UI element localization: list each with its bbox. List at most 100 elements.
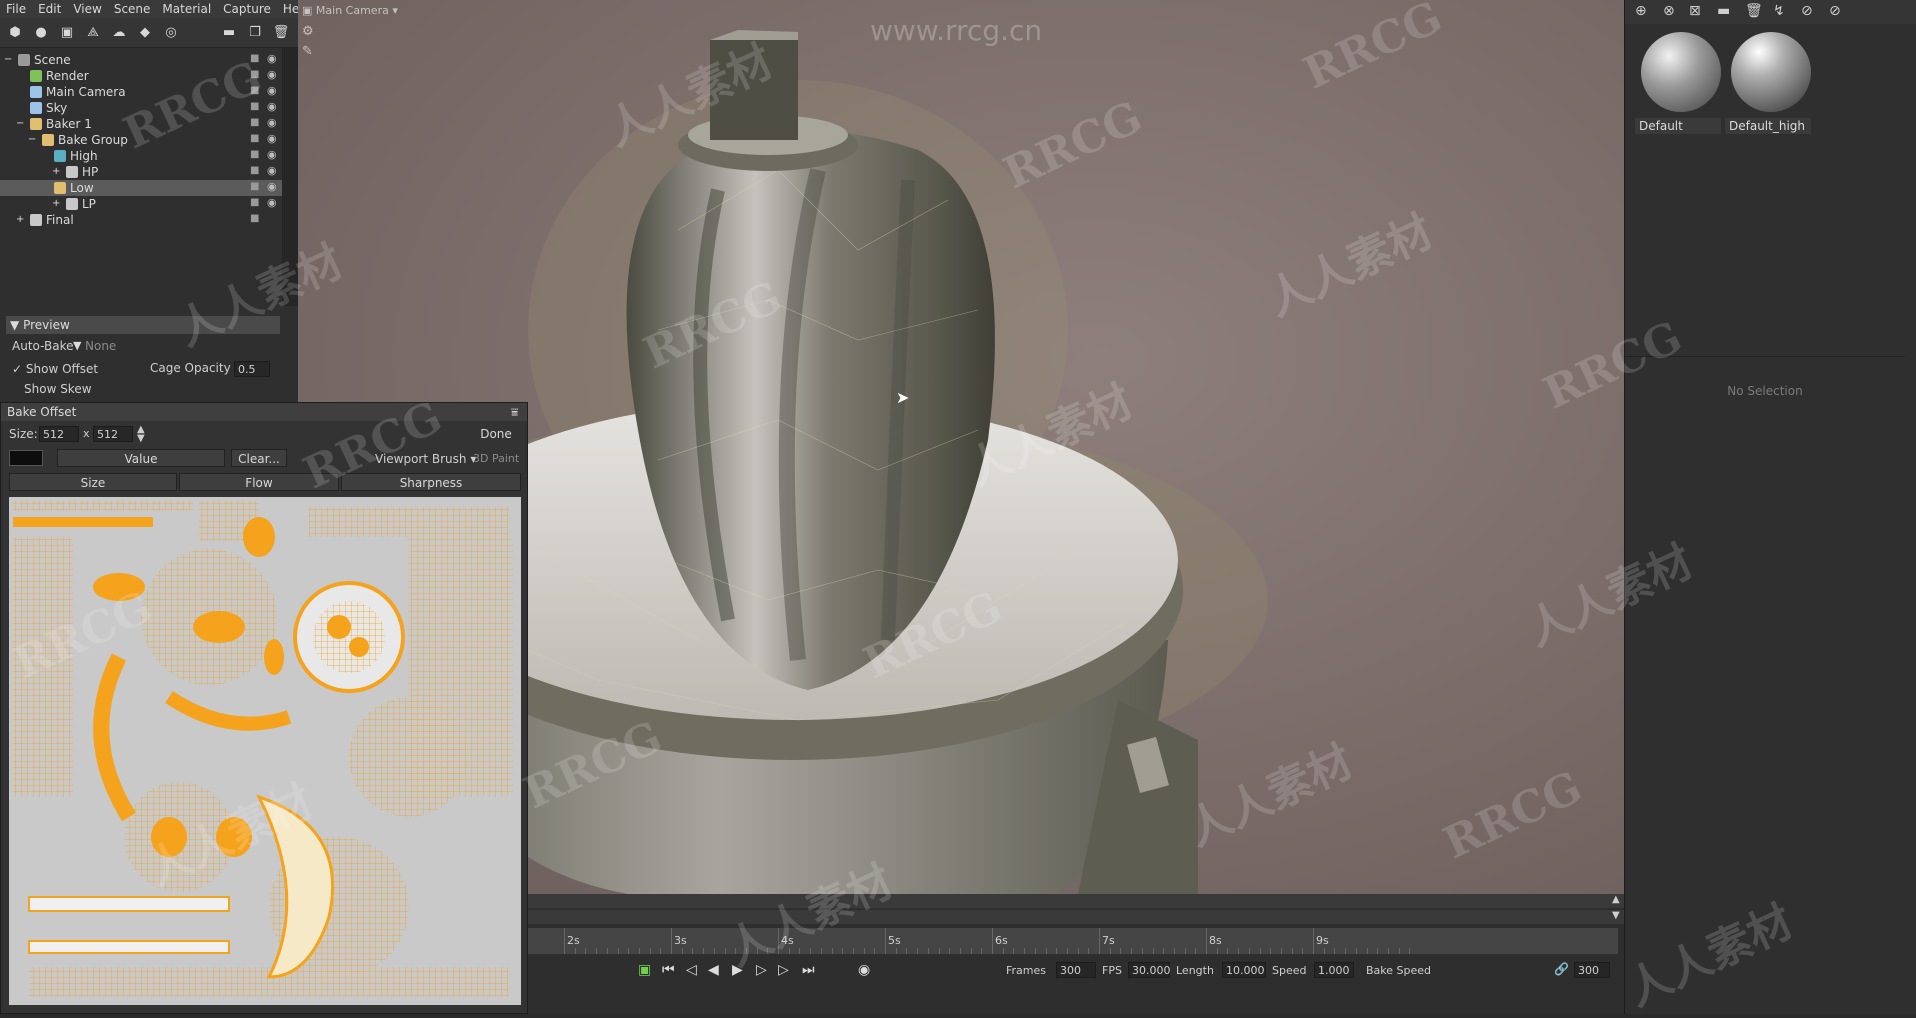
brush-size-slider[interactable]: Size — [9, 473, 177, 491]
lock-icon[interactable]: ■ — [250, 70, 260, 80]
menu-capture[interactable]: Capture — [217, 0, 277, 18]
3d-paint-label[interactable]: 3D Paint — [473, 452, 519, 465]
speed-field[interactable]: 1.000 — [1314, 962, 1354, 978]
cage-opacity-field[interactable]: 0.5 — [234, 361, 270, 377]
menu-material[interactable]: Material — [156, 0, 217, 18]
length-field[interactable]: 10.000 — [1222, 962, 1266, 978]
visibility-eye-icon[interactable]: ◉ — [267, 53, 279, 65]
add-sky-icon[interactable]: ☁ — [110, 24, 128, 42]
lock-icon[interactable]: ■ — [250, 214, 260, 224]
play-reverse-icon[interactable]: ◀ — [708, 962, 719, 978]
scene-tree-item[interactable]: + HP ■ ◉ — [0, 164, 282, 180]
material-default-high-label[interactable]: Default_high — [1725, 118, 1811, 134]
color-swatch[interactable] — [9, 450, 43, 466]
export-icon[interactable]: ⊘ — [1829, 3, 1841, 19]
material-default-swatch[interactable] — [1641, 32, 1721, 112]
lock-icon[interactable]: ■ — [250, 86, 260, 96]
visibility-eye-icon[interactable]: ◉ — [267, 117, 279, 129]
timeline-collapse-icon[interactable]: ▲ — [1612, 894, 1620, 905]
visibility-eye-icon[interactable]: ◉ — [267, 101, 279, 113]
tree-expander-icon[interactable]: − — [16, 116, 24, 132]
add-material-icon[interactable]: ⊕ — [1635, 3, 1647, 19]
visibility-eye-icon[interactable]: ◉ — [267, 197, 279, 209]
auto-bake-value[interactable]: None — [85, 339, 116, 353]
visibility-eye-icon[interactable]: ◉ — [267, 149, 279, 161]
scene-tree-item[interactable]: − Bake Group ■ ◉ — [0, 132, 282, 148]
menu-scene[interactable]: Scene — [108, 0, 157, 18]
size-stepper-icon[interactable]: ▲ ▼ — [137, 425, 145, 444]
step-forward-icon[interactable]: ▷ — [756, 962, 767, 978]
assign-icon[interactable]: ↯ — [1773, 3, 1785, 19]
lock-icon[interactable]: ■ — [250, 166, 260, 176]
size-width-field[interactable]: 512 — [39, 426, 79, 442]
size-height-field[interactable]: 512 — [93, 426, 133, 442]
folder-icon[interactable]: ▬ — [220, 24, 238, 42]
add-mesh-icon[interactable]: ◆ — [136, 24, 154, 42]
visibility-eye-icon[interactable]: ◉ — [267, 133, 279, 145]
brush-tool-icon[interactable]: ✎ — [302, 44, 313, 59]
tree-expander-icon[interactable]: − — [28, 132, 36, 148]
menu-file[interactable]: File — [0, 0, 32, 18]
lock-icon[interactable]: ■ — [250, 134, 260, 144]
tree-expander-icon[interactable]: + — [52, 164, 60, 180]
loop-icon[interactable]: ▣ — [638, 962, 651, 978]
lock-icon[interactable]: ■ — [250, 150, 260, 160]
visibility-eye-icon[interactable]: ◉ — [267, 165, 279, 177]
lock-icon[interactable]: ■ — [250, 182, 260, 192]
settings-gear-icon[interactable]: ⚙ — [302, 24, 314, 39]
tree-expander-icon[interactable]: + — [52, 196, 60, 212]
link-icon[interactable]: 🔗 — [1554, 962, 1569, 976]
record-icon[interactable]: ◉ — [858, 962, 870, 978]
visibility-eye-icon[interactable]: ◉ — [267, 85, 279, 97]
frames-field[interactable]: 300 — [1056, 962, 1096, 978]
duplicate-icon[interactable]: ❐ — [246, 24, 264, 42]
visibility-eye-icon[interactable]: ◉ — [267, 69, 279, 81]
step-back-icon[interactable]: ◁ — [686, 962, 697, 978]
skip-start-icon[interactable]: ⏮ — [662, 962, 675, 978]
done-button[interactable]: Done — [471, 425, 521, 443]
window-menu-icon[interactable]: ⩸ — [511, 403, 518, 421]
brush-flow-slider[interactable]: Flow — [179, 473, 339, 491]
folder-icon[interactable]: ▬ — [1717, 3, 1730, 19]
timeline-expand-icon[interactable]: ▼ — [1612, 910, 1620, 921]
menu-view[interactable]: View — [67, 0, 107, 18]
lock-icon[interactable]: ■ — [250, 198, 260, 208]
compass-icon[interactable]: ⊘ — [1801, 3, 1813, 19]
scene-tree-item[interactable]: High ■ ◉ — [0, 148, 282, 164]
scene-tree-item[interactable]: Low ■ ◉ — [0, 180, 282, 196]
preview-header[interactable]: ▼ Preview — [6, 316, 280, 334]
scene-tree-item[interactable]: Main Camera ■ ◉ — [0, 84, 282, 100]
end-frame-field[interactable]: 300 — [1574, 962, 1610, 978]
timeline-track-2[interactable] — [528, 910, 1624, 924]
scene-scrollbar[interactable] — [282, 48, 298, 306]
auto-bake-dropdown-icon[interactable]: ▼ — [73, 339, 81, 352]
duplicate-material-icon[interactable]: ⊗ — [1663, 3, 1675, 19]
bake-offset-titlebar[interactable]: Bake Offset ⩸ — [1, 403, 527, 421]
lock-icon[interactable]: ■ — [250, 54, 260, 64]
add-light-icon[interactable]: ● — [32, 24, 50, 42]
uv-map-canvas[interactable] — [9, 497, 521, 1005]
viewport-brush-dropdown[interactable]: Viewport Brush ▾ — [375, 452, 476, 466]
scene-tree-item[interactable]: Sky ■ ◉ — [0, 100, 282, 116]
scene-tree-item[interactable]: − Scene ■ ◉ — [0, 52, 282, 68]
delete-icon[interactable]: 🗑 — [272, 24, 290, 42]
fps-field[interactable]: 30.000 — [1128, 962, 1171, 978]
material-default-high-swatch[interactable] — [1731, 32, 1811, 112]
menu-edit[interactable]: Edit — [32, 0, 67, 18]
scene-tree-item[interactable]: Render ■ ◉ — [0, 68, 282, 84]
timeline-track-1[interactable] — [528, 894, 1624, 908]
clear-button[interactable]: Clear... — [231, 449, 287, 467]
add-sphere-icon[interactable]: ◎ — [162, 24, 180, 42]
lock-icon[interactable]: ■ — [250, 118, 260, 128]
visibility-eye-icon[interactable]: ◉ — [267, 181, 279, 193]
tree-expander-icon[interactable]: + — [16, 212, 24, 228]
skip-end-icon[interactable]: ⏭ — [802, 962, 815, 978]
next-frame-icon[interactable]: ▷ — [778, 962, 789, 978]
trash-icon[interactable]: 🗑 — [1745, 3, 1763, 19]
show-skew-checkbox[interactable]: Show Skew — [12, 382, 92, 396]
add-object-icon[interactable]: ⬢ — [6, 24, 24, 42]
checker-icon[interactable]: ⊠ — [1689, 3, 1701, 19]
play-icon[interactable]: ▶ — [732, 962, 743, 978]
tree-expander-icon[interactable]: − — [4, 52, 12, 68]
brush-sharpness-slider[interactable]: Sharpness — [341, 473, 521, 491]
